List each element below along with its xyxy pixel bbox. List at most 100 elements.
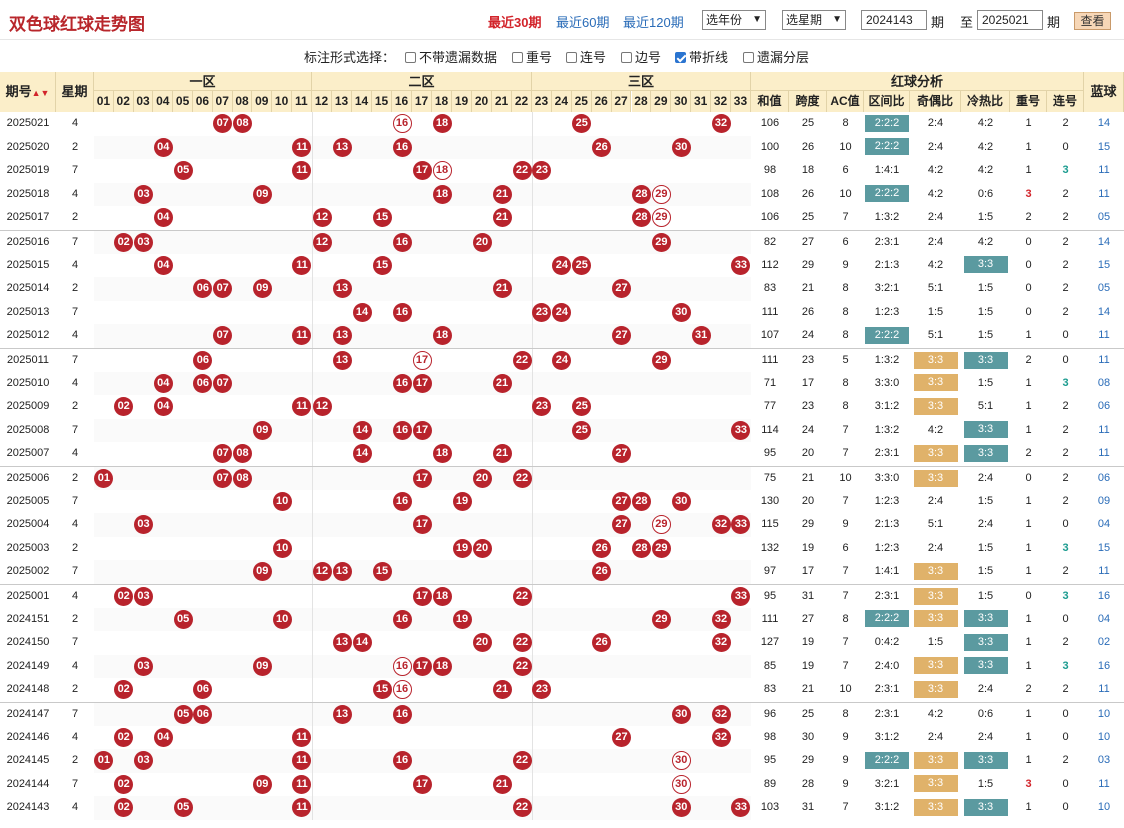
header-number: 21 [492, 91, 512, 112]
odd-even-badge: 3:3 [913, 587, 958, 605]
number-grid-bg [94, 112, 751, 136]
option-polyline[interactable]: 带折线 [675, 47, 728, 66]
analysis-ac: 10 [839, 683, 852, 696]
analysis-span: 27 [801, 236, 815, 248]
analysis-zone: 0:4:2 [874, 636, 900, 649]
header-analysis-col: 连号 [1047, 91, 1084, 112]
analysis-odd: 4:2 [927, 258, 944, 271]
analysis-sum: 106 [760, 211, 780, 224]
issue-cell: 2024147 [6, 708, 50, 720]
red-ball: 29 [651, 609, 671, 629]
analysis-span: 29 [801, 258, 815, 271]
hot-cold-badge: 3:3 [963, 256, 1008, 274]
to-issue-input[interactable]: 2025021 [977, 10, 1043, 30]
option-consecutive[interactable]: 连号 [566, 47, 606, 66]
analysis-cons: 3 [1062, 541, 1069, 554]
zone-divider [532, 585, 533, 608]
table-row: 2025017 2 04 12 15 21 28 29 106 25 7 1:3:2 2:4 1:5 2 2 0… [0, 206, 1124, 230]
analysis-zone: 2:2:2 [864, 324, 910, 348]
analysis-odd: 2:4 [927, 494, 944, 507]
checkbox-icon[interactable] [743, 52, 754, 63]
red-ball: 07 [213, 373, 233, 393]
analysis-rep: 1 [1025, 329, 1032, 342]
analysis-odd: 1:5 [927, 636, 944, 649]
analysis-odd: 2:4 [927, 117, 944, 129]
analysis-span: 19 [801, 541, 815, 554]
period-30-link[interactable]: 最近30期 [488, 12, 541, 31]
zone-divider [312, 349, 313, 372]
red-ball: 05 [173, 609, 193, 629]
issue-cell: 2025001 [6, 590, 50, 602]
header-analysis-col: 重号 [1010, 91, 1047, 112]
analysis-zone: 2:2:2 [864, 608, 910, 632]
header-analysis-col: AC值 [827, 91, 864, 112]
analysis-sum: 112 [761, 258, 779, 271]
checkbox-icon[interactable] [566, 52, 577, 63]
analysis-sum: 83 [763, 282, 777, 295]
odd-even-badge: 3:3 [913, 397, 958, 415]
analysis-rep: 0 [1025, 258, 1032, 271]
option-repeat[interactable]: 重号 [512, 47, 552, 66]
analysis-ac: 8 [842, 305, 849, 318]
analysis-cons: 2 [1062, 423, 1069, 436]
zone-divider [312, 324, 313, 348]
issue-cell: 2025012 [6, 329, 50, 342]
table-row: 2025005 7 10 16 19 27 28 30 130 20 7 1:2:3 2:4 1:5 1 2 0… [0, 489, 1124, 514]
red-ball: 05 [173, 705, 193, 724]
option-no-missing[interactable]: 不带遗漏数据 [405, 47, 497, 66]
option-missing-layer[interactable]: 遗漏分层 [743, 47, 809, 66]
zone-divider [532, 371, 533, 396]
hot-cold-badge: 3:3 [963, 633, 1008, 651]
weekday-cell: 2 [71, 282, 79, 295]
header-number: 23 [532, 91, 552, 112]
analysis-ac: 8 [842, 376, 849, 389]
checkbox-icon[interactable] [512, 52, 523, 63]
analysis-span: 20 [801, 447, 815, 460]
zone-divider [312, 654, 313, 679]
red-ball: 16 [392, 420, 412, 440]
blue-ball-cell: 11 [1098, 164, 1110, 177]
analysis-span: 28 [801, 777, 815, 790]
checkbox-icon[interactable] [405, 52, 416, 63]
hot-cold-badge: 3:3 [963, 798, 1008, 816]
analysis-zone: 2:3:1 [874, 590, 900, 602]
analysis-ac: 7 [842, 211, 849, 224]
header-issue[interactable]: 期号▲▼ [0, 72, 56, 112]
red-ball: 27 [612, 727, 632, 747]
zone-divider [532, 489, 533, 514]
weekday-cell: 7 [71, 777, 79, 790]
analysis-sum: 71 [763, 376, 777, 389]
weekday-select[interactable]: 选星期 ▼ [782, 10, 846, 30]
weekday-cell: 4 [71, 518, 79, 531]
red-ball: 17 [412, 587, 432, 606]
analysis-odd: 2:4 [927, 211, 944, 224]
blue-ball-cell: 05 [1097, 282, 1111, 295]
analysis-zone: 3:1:2 [874, 730, 900, 743]
analysis-span: 30 [801, 730, 815, 743]
header-number: 08 [232, 91, 253, 112]
year-select[interactable]: 选年份 ▼ [702, 10, 766, 30]
number-grid-bg [94, 135, 751, 160]
blue-ball-cell: 09 [1097, 494, 1111, 507]
zone-divider [532, 324, 533, 348]
query-button[interactable]: 查看 [1074, 12, 1111, 30]
red-ball: 22 [512, 469, 532, 488]
header-number: 17 [412, 91, 432, 112]
analysis-ac: 7 [842, 565, 849, 578]
issue-cell: 2025004 [6, 518, 50, 531]
red-ball: 29 [651, 351, 671, 370]
period-120-link[interactable]: 最近120期 [623, 12, 684, 31]
option-label: 带折线 [689, 50, 729, 65]
checkbox-checked-icon[interactable] [675, 52, 686, 63]
zone-divider [312, 277, 313, 301]
option-edge[interactable]: 边号 [621, 47, 661, 66]
from-issue-input[interactable]: 2024143 [861, 10, 927, 30]
analysis-span: 23 [801, 400, 815, 413]
checkbox-icon[interactable] [621, 52, 632, 63]
analysis-hot: 3:3 [961, 631, 1010, 655]
header-zone2: 二区 [312, 72, 532, 91]
analysis-rep: 2 [1025, 683, 1032, 696]
table-row: 2025012 4 07 11 13 18 27 31 107 24 8 2:2:2 5:1 1:5 1 0 1… [0, 324, 1124, 348]
period-60-link[interactable]: 最近60期 [556, 12, 609, 31]
red-ball: 16 [392, 491, 412, 511]
